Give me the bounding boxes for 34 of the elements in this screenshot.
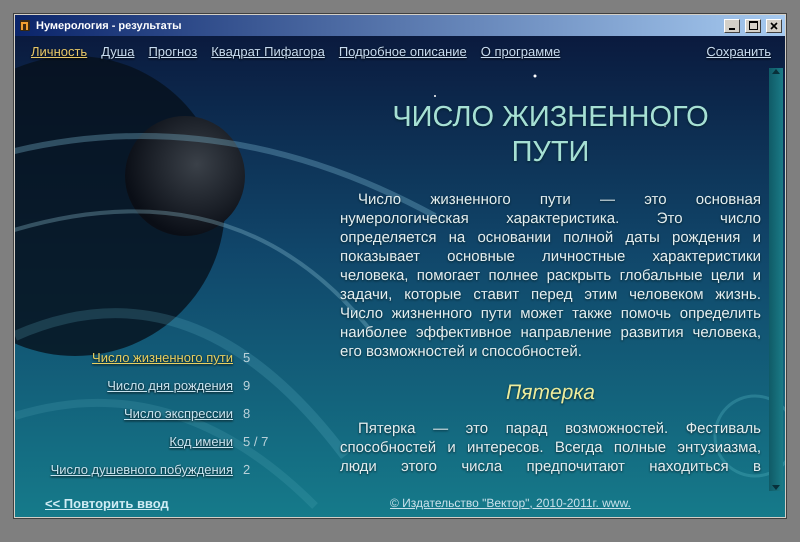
maximize-button[interactable] <box>745 18 761 32</box>
nav-link[interactable]: Квадрат Пифагора <box>211 44 325 58</box>
app-icon <box>19 19 31 32</box>
nav-link[interactable]: Душа <box>101 44 134 58</box>
article-paragraph: Число жизненного пути — это основная нумерологическая характеристика. Это число определяется на основании полной даты рождения и показывает основные личностные характеристики человека, помогает полнее раскрыть глобальные цели и задачи, которые ставит перед этим человеком жизнь. Число жизненного пути может также помочь определить наиболее эффективное направление развития человека, его возможностей и способностей. <box>340 190 761 361</box>
nav-link[interactable]: О программе <box>480 44 560 58</box>
number-value: 5 / 7 <box>243 434 270 449</box>
minimize-icon <box>729 28 735 30</box>
number-value: 8 <box>243 406 252 421</box>
back-link[interactable]: << Повторить ввод <box>45 496 390 510</box>
article-paragraph: Пятерка — это парад возможностей. Фестиваль способностей и интересов. Всегда полные энтузиазма, люди этого числа предпочитают находиться в <box>340 419 761 476</box>
number-link[interactable]: Число жизненного пути <box>92 350 233 365</box>
number-value: 9 <box>243 378 252 393</box>
copyright-link[interactable]: © Издательство "Вектор", 2010-2011г. www. <box>390 496 631 510</box>
number-value: 2 <box>243 462 252 477</box>
number-link[interactable]: Код имени <box>169 434 233 449</box>
save-link[interactable]: Сохранить <box>706 44 771 58</box>
nav-link[interactable]: Личность <box>31 44 88 58</box>
article-subtitle: Пятерка <box>505 381 596 405</box>
close-button[interactable] <box>766 18 782 32</box>
scroll-down-icon[interactable] <box>772 485 780 491</box>
number-value: 5 <box>243 350 252 365</box>
number-link[interactable]: Число дня рождения <box>107 378 233 393</box>
nav-link[interactable]: Подробное описание <box>338 44 467 58</box>
nav-link[interactable]: Прогноз <box>148 44 198 58</box>
number-link[interactable]: Число экспрессии <box>124 406 233 421</box>
scrollbar[interactable] <box>769 68 783 491</box>
minimize-button[interactable] <box>724 18 740 32</box>
article-title: ЧИСЛО ЖИЗНЕННОГО ПУТИ <box>391 100 710 170</box>
window-title: Нумерология - результаты <box>36 20 183 32</box>
maximize-icon <box>748 21 758 30</box>
number-link[interactable]: Число душевного побуждения <box>50 462 233 477</box>
close-icon <box>770 22 778 30</box>
scroll-up-icon[interactable] <box>772 68 780 74</box>
